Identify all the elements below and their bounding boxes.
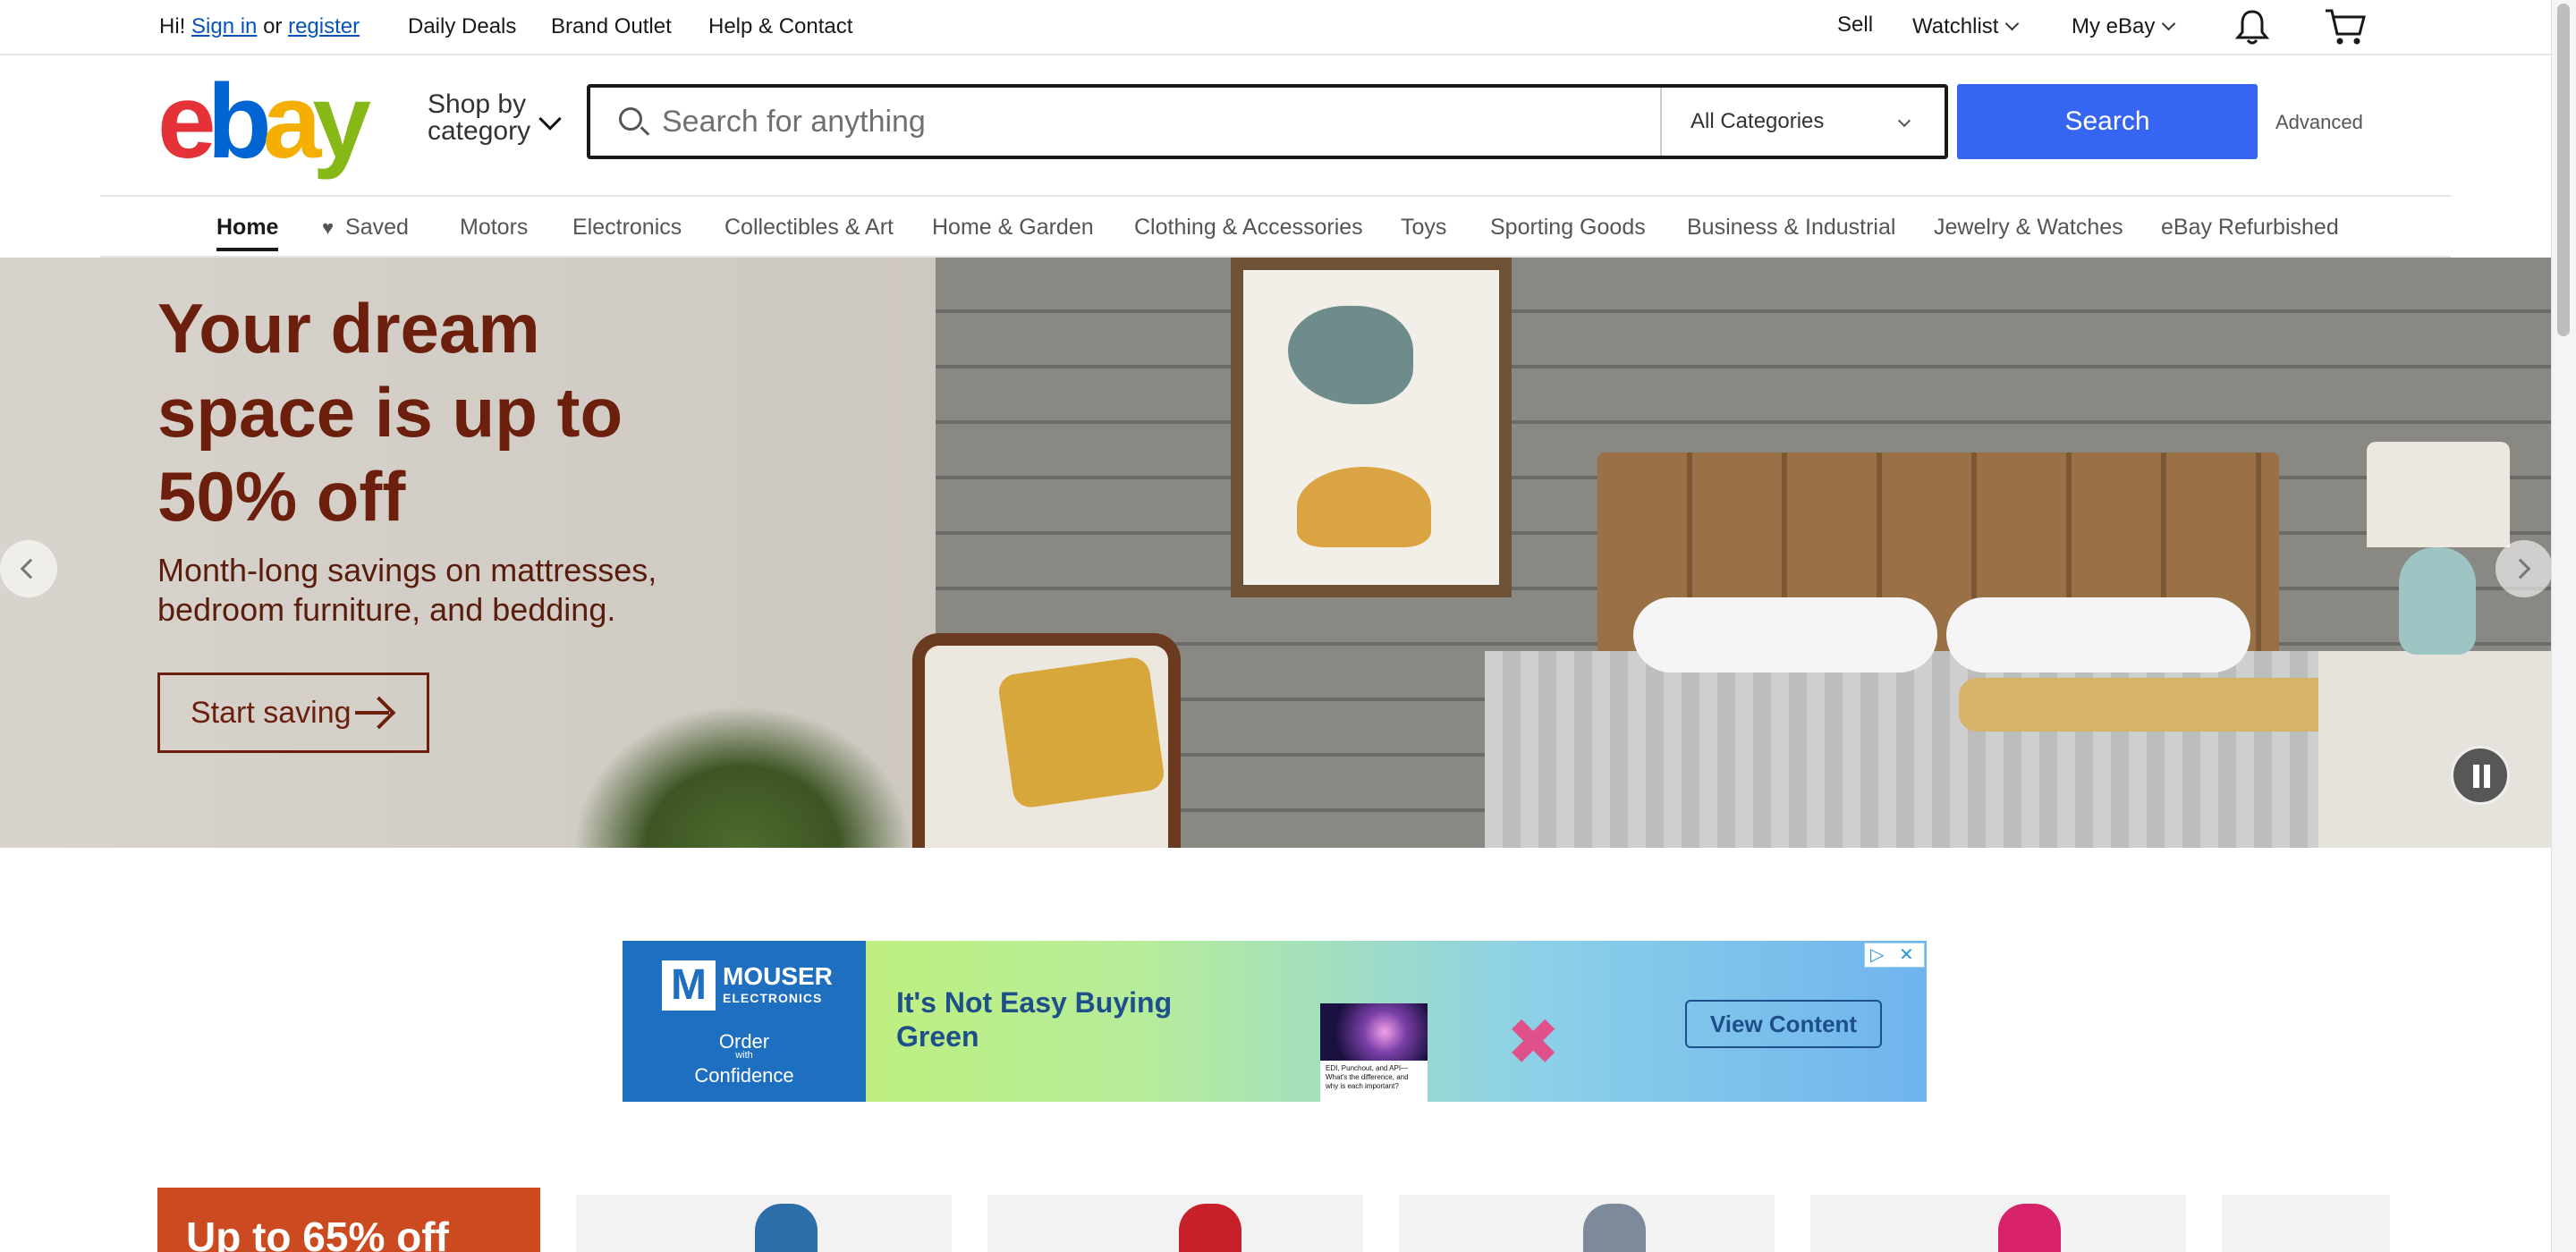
logo-letter-y: y (312, 63, 371, 181)
nav-item-collectibles-art[interactable]: Collectibles & Art (724, 215, 894, 241)
logo-letter-e: e (157, 63, 216, 181)
product-image (1179, 1204, 1241, 1252)
carousel-pause-button[interactable] (2451, 746, 2510, 805)
cart-icon[interactable] (2324, 7, 2367, 47)
nav-item-electronics[interactable]: Electronics (572, 215, 682, 241)
ad-choices[interactable]: ▷ ✕ (1864, 943, 1925, 968)
product-card[interactable] (576, 1195, 952, 1252)
category-nav: Home ♥ Saved Motors Electronics Collecti… (100, 195, 2451, 258)
nav-item-motors[interactable]: Motors (460, 215, 528, 241)
search-input[interactable] (662, 88, 1610, 156)
watchlist-label: Watchlist (1912, 14, 1999, 38)
watchlist-menu[interactable]: Watchlist (1912, 14, 2020, 39)
chevron-down-icon (2005, 16, 2020, 31)
carousel-next-button[interactable] (2496, 540, 2553, 597)
brand-outlet-link[interactable]: Brand Outlet (551, 14, 672, 39)
cushion (996, 655, 1166, 810)
nav-item-clothing-accessories[interactable]: Clothing & Accessories (1134, 215, 1363, 241)
chevron-down-icon (2162, 16, 2176, 31)
nav-item-sporting-goods[interactable]: Sporting Goods (1490, 215, 1646, 241)
nav-item-toys[interactable]: Toys (1401, 215, 1446, 241)
search-icon (619, 107, 642, 131)
pillow (1633, 597, 1937, 673)
plant (572, 705, 912, 848)
nav-item-saved-label: Saved (345, 215, 409, 240)
nightstand (2318, 651, 2551, 848)
ad-brand-panel: M MOUSER ELECTRONICS Order with Confiden… (623, 941, 866, 1102)
search-bar: All Categories (587, 84, 1948, 159)
blanket (1959, 678, 2334, 732)
logo-letter-b: b (207, 63, 272, 181)
hero-subtitle: Month-long savings on mattresses, bedroo… (157, 552, 657, 628)
help-contact-link[interactable]: Help & Contact (708, 14, 852, 39)
my-ebay-label: My eBay (2072, 14, 2156, 38)
page-scrollbar[interactable] (2551, 0, 2576, 1252)
ad-brand: MOUSER (723, 962, 833, 990)
greeting: Hi! Sign in or register (159, 14, 360, 39)
product-image (1583, 1204, 1646, 1252)
top-utility-bar: Hi! Sign in or register Daily Deals Bran… (0, 0, 2551, 55)
logo-letter-a: a (262, 63, 322, 181)
register-link[interactable]: register (288, 14, 360, 38)
my-ebay-menu[interactable]: My eBay (2072, 14, 2176, 39)
ad-close-icon[interactable]: ✕ (1899, 945, 1914, 965)
scrollbar-thumb[interactable] (2557, 4, 2570, 336)
ad-tag-confidence: Confidence (694, 1064, 794, 1087)
arrow-right-icon (355, 711, 389, 715)
chevron-down-icon (1897, 114, 1911, 128)
chevron-down-icon (538, 107, 562, 131)
shop-by-category-button[interactable]: Shop by category (428, 91, 530, 145)
pillow (1946, 597, 2250, 673)
view-content-button[interactable]: View Content (1685, 1000, 1882, 1048)
shop-by-line2: category (428, 116, 531, 146)
nav-item-saved[interactable]: ♥ Saved (322, 215, 409, 241)
or-text: or (263, 14, 283, 38)
wall-art-frame (1231, 258, 1512, 597)
category-select[interactable]: All Categories (1660, 88, 1945, 156)
sell-link[interactable]: Sell (1837, 13, 1873, 38)
product-image (755, 1204, 818, 1252)
daily-deals-link[interactable]: Daily Deals (408, 14, 516, 39)
product-card[interactable] (987, 1195, 1363, 1252)
shop-by-line1: Shop by (428, 89, 527, 119)
nav-item-home-garden[interactable]: Home & Garden (932, 215, 1094, 241)
product-image (1998, 1204, 2061, 1252)
ebay-logo[interactable]: ebay (157, 69, 372, 174)
ad-tag-with: with (735, 1050, 753, 1061)
ad-thumbnail: EDI, Punchout, and API—What's the differ… (1320, 1003, 1428, 1102)
product-card[interactable] (1399, 1195, 1775, 1252)
carousel-prev-button[interactable] (0, 540, 57, 597)
nav-item-home[interactable]: Home (216, 215, 279, 251)
category-select-value: All Categories (1690, 109, 1825, 133)
nav-item-ebay-refurbished[interactable]: eBay Refurbished (2161, 215, 2339, 241)
promo-tile[interactable]: Up to 65% off (157, 1188, 540, 1252)
chevron-right-icon (2510, 558, 2531, 579)
chevron-left-icon (20, 558, 41, 579)
nav-item-jewelry-watches[interactable]: Jewelry & Watches (1934, 215, 2123, 241)
decorative-x-icon: ✖ (1506, 1007, 1561, 1079)
hero-title: Your dream space is up to 50% off (157, 289, 623, 536)
ad-thumbnail-text: EDI, Punchout, and API—What's the differ… (1326, 1064, 1409, 1090)
product-card[interactable] (2222, 1195, 2390, 1252)
ad-info-icon[interactable]: ▷ (1870, 945, 1884, 965)
start-saving-label: Start saving (191, 696, 352, 730)
start-saving-button[interactable]: Start saving (157, 673, 429, 753)
sign-in-link[interactable]: Sign in (191, 14, 257, 38)
mouser-logo-icon: M (662, 960, 716, 1011)
greeting-text: Hi! (159, 14, 186, 38)
lamp-base (2399, 547, 2476, 655)
lamp-shade (2367, 442, 2510, 547)
ad-brand-sub: ELECTRONICS (723, 991, 823, 1005)
advanced-search-link[interactable]: Advanced (2275, 111, 2363, 134)
ad-banner[interactable]: M MOUSER ELECTRONICS Order with Confiden… (623, 941, 1927, 1102)
product-card[interactable] (1810, 1195, 2186, 1252)
heart-icon: ♥ (322, 216, 335, 239)
ad-headline: It's Not Easy Buying Green (896, 986, 1173, 1053)
search-button[interactable]: Search (1957, 84, 2258, 159)
bell-icon[interactable] (2233, 7, 2272, 47)
nav-item-business-industrial[interactable]: Business & Industrial (1687, 215, 1895, 241)
